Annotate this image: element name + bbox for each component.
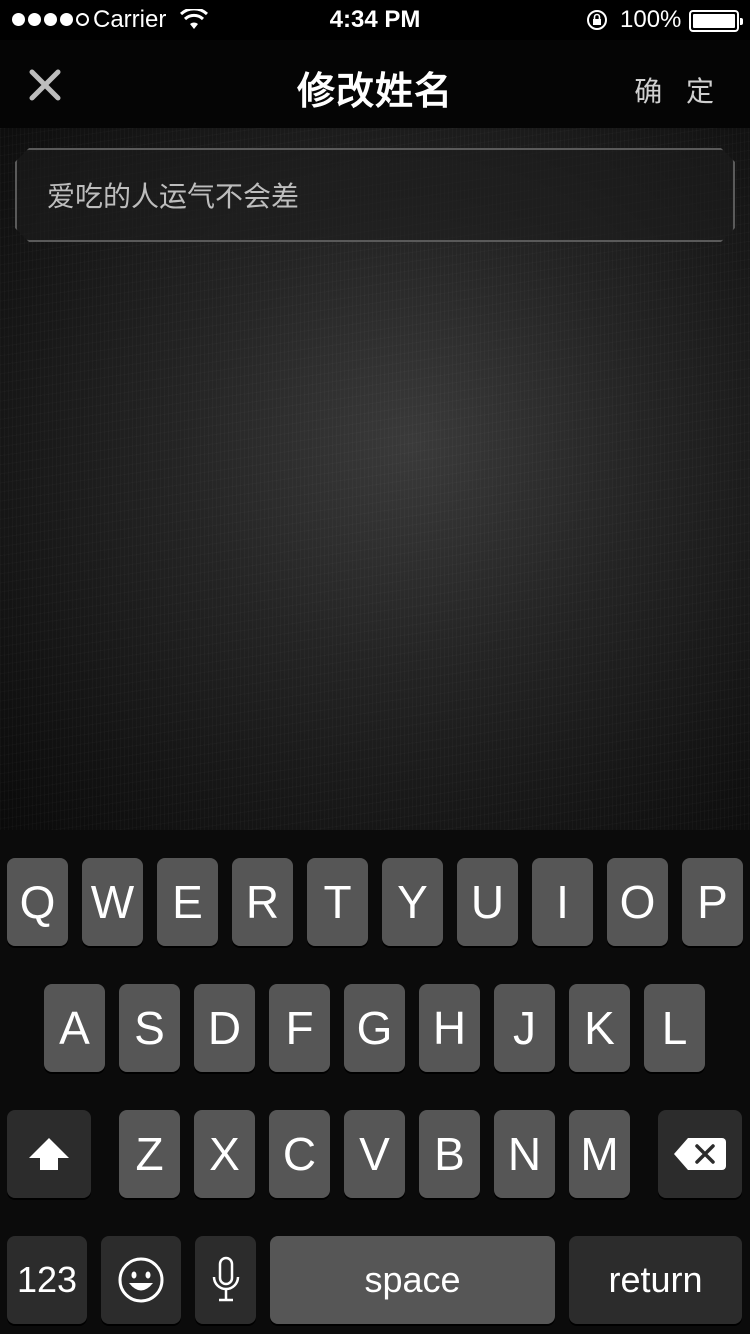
shift-icon [29, 1138, 69, 1170]
key-m[interactable]: M [569, 1110, 630, 1198]
keyboard: Q W E R T Y U I O P A S D F G H J K L Z … [0, 830, 750, 1334]
key-a[interactable]: A [44, 984, 105, 1072]
content-area [0, 128, 750, 830]
key-o[interactable]: O [607, 858, 668, 946]
emoji-icon [118, 1257, 164, 1303]
key-j[interactable]: J [494, 984, 555, 1072]
key-y[interactable]: Y [382, 858, 443, 946]
microphone-icon [212, 1256, 239, 1302]
key-l[interactable]: L [644, 984, 705, 1072]
key-q[interactable]: Q [7, 858, 68, 946]
backspace-key[interactable] [658, 1110, 742, 1198]
battery-percent: 100% [620, 6, 682, 33]
key-p[interactable]: P [682, 858, 743, 946]
key-c[interactable]: C [269, 1110, 330, 1198]
key-i[interactable]: I [532, 858, 593, 946]
shift-key[interactable] [7, 1110, 91, 1198]
key-e[interactable]: E [157, 858, 218, 946]
key-x[interactable]: X [194, 1110, 255, 1198]
key-u[interactable]: U [457, 858, 518, 946]
key-k[interactable]: K [569, 984, 630, 1072]
status-bar: Carrier 4:34 PM 100% [0, 0, 750, 40]
key-v[interactable]: V [344, 1110, 405, 1198]
space-key[interactable]: space [270, 1236, 555, 1324]
key-r[interactable]: R [232, 858, 293, 946]
name-field[interactable] [15, 148, 735, 242]
numbers-key[interactable]: 123 [7, 1236, 87, 1324]
key-d[interactable]: D [194, 984, 255, 1072]
microphone-key[interactable] [195, 1236, 256, 1324]
key-f[interactable]: F [269, 984, 330, 1072]
battery-icon [689, 10, 743, 32]
emoji-key[interactable] [101, 1236, 181, 1324]
key-t[interactable]: T [307, 858, 368, 946]
name-input[interactable] [47, 150, 707, 240]
key-z[interactable]: Z [119, 1110, 180, 1198]
rotation-lock-icon [587, 10, 607, 30]
key-s[interactable]: S [119, 984, 180, 1072]
backspace-icon [674, 1138, 726, 1170]
key-g[interactable]: G [344, 984, 405, 1072]
nav-bar: 修改姓名 确 定 [0, 40, 750, 128]
key-n[interactable]: N [494, 1110, 555, 1198]
return-key[interactable]: return [569, 1236, 742, 1324]
key-h[interactable]: H [419, 984, 480, 1072]
key-w[interactable]: W [82, 858, 143, 946]
confirm-button[interactable]: 确 定 [634, 70, 722, 110]
key-b[interactable]: B [419, 1110, 480, 1198]
